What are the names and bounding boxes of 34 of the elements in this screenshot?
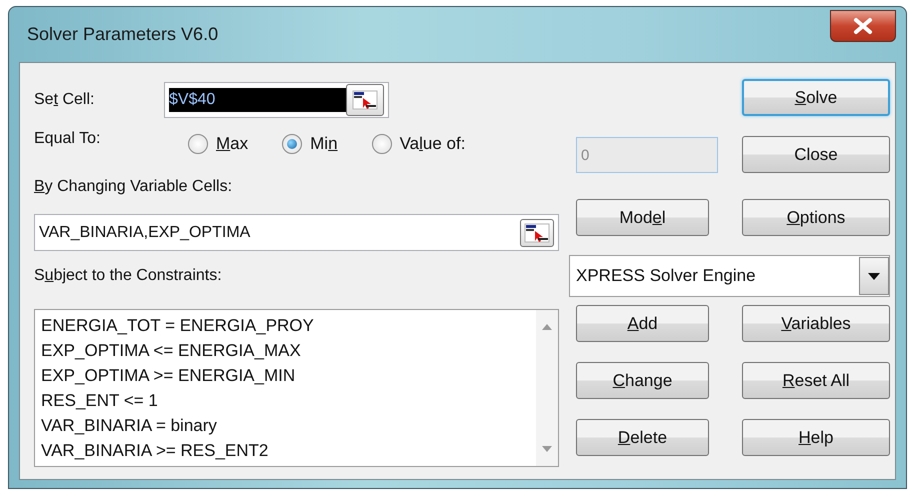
field-label: Subject to the Constraints:	[34, 266, 223, 286]
scroll-down-icon[interactable]	[542, 446, 552, 452]
scroll-up-icon[interactable]	[542, 324, 552, 330]
dialog-button[interactable]: Variables	[742, 305, 890, 342]
constraint-item[interactable]: ENERGIA_TOT = ENERGIA_PROY	[41, 313, 530, 338]
radio-option[interactable]: Min	[282, 131, 338, 156]
dialog-button[interactable]: Model	[576, 199, 709, 236]
dialog-button[interactable]: Options	[742, 199, 890, 236]
radio-option[interactable]: Value of:	[372, 131, 466, 156]
window-title: Solver Parameters V6.0	[26, 23, 218, 46]
field-label: Equal To:	[34, 129, 102, 149]
field-label: Set Cell:	[34, 90, 96, 110]
cell-reference-field[interactable]: $V$40	[164, 82, 389, 118]
scrollbar[interactable]	[536, 310, 558, 466]
constraint-item[interactable]: EXP_OPTIMA <= ENERGIA_MAX	[41, 338, 530, 363]
dialog-button[interactable]: Solve	[742, 79, 890, 116]
dialog-button[interactable]: Close	[742, 136, 890, 173]
close-icon[interactable]	[830, 10, 896, 42]
constraint-item[interactable]: EXP_OPTIMA >= ENERGIA_MIN	[41, 363, 530, 388]
range-select-button[interactable]	[520, 218, 554, 246]
dialog-button[interactable]: Delete	[576, 419, 709, 456]
radio-option[interactable]: Max	[188, 131, 248, 156]
dialog-button[interactable]: Add	[576, 305, 709, 342]
dialog-button[interactable]: Change	[576, 362, 709, 399]
constraints-list[interactable]: ENERGIA_TOT = ENERGIA_PROY EXP_OPTIMA <= ENERGIA_MAX EXP_OPTIMA >= ENERGIA_MIN RES_ENT <= 1 VAR_BINARIA = binary VAR_BINARIA >= RES_ENT2	[34, 309, 559, 467]
engine-dropdown[interactable]: XPRESS Solver Engine	[569, 255, 890, 297]
constraint-item[interactable]: RES_ENT <= 1	[41, 388, 530, 413]
dialog-button[interactable]: Help	[742, 419, 890, 456]
dialog-button[interactable]: Reset All	[742, 362, 890, 399]
field-label: By Changing Variable Cells:	[34, 177, 234, 197]
constraint-item[interactable]: VAR_BINARIA >= RES_ENT2	[41, 438, 530, 463]
range-select-button[interactable]	[346, 84, 384, 116]
constraint-item[interactable]: VAR_BINARIA = binary	[41, 413, 530, 438]
variable-cells-field[interactable]: VAR_BINARIA,EXP_OPTIMA	[34, 214, 559, 251]
